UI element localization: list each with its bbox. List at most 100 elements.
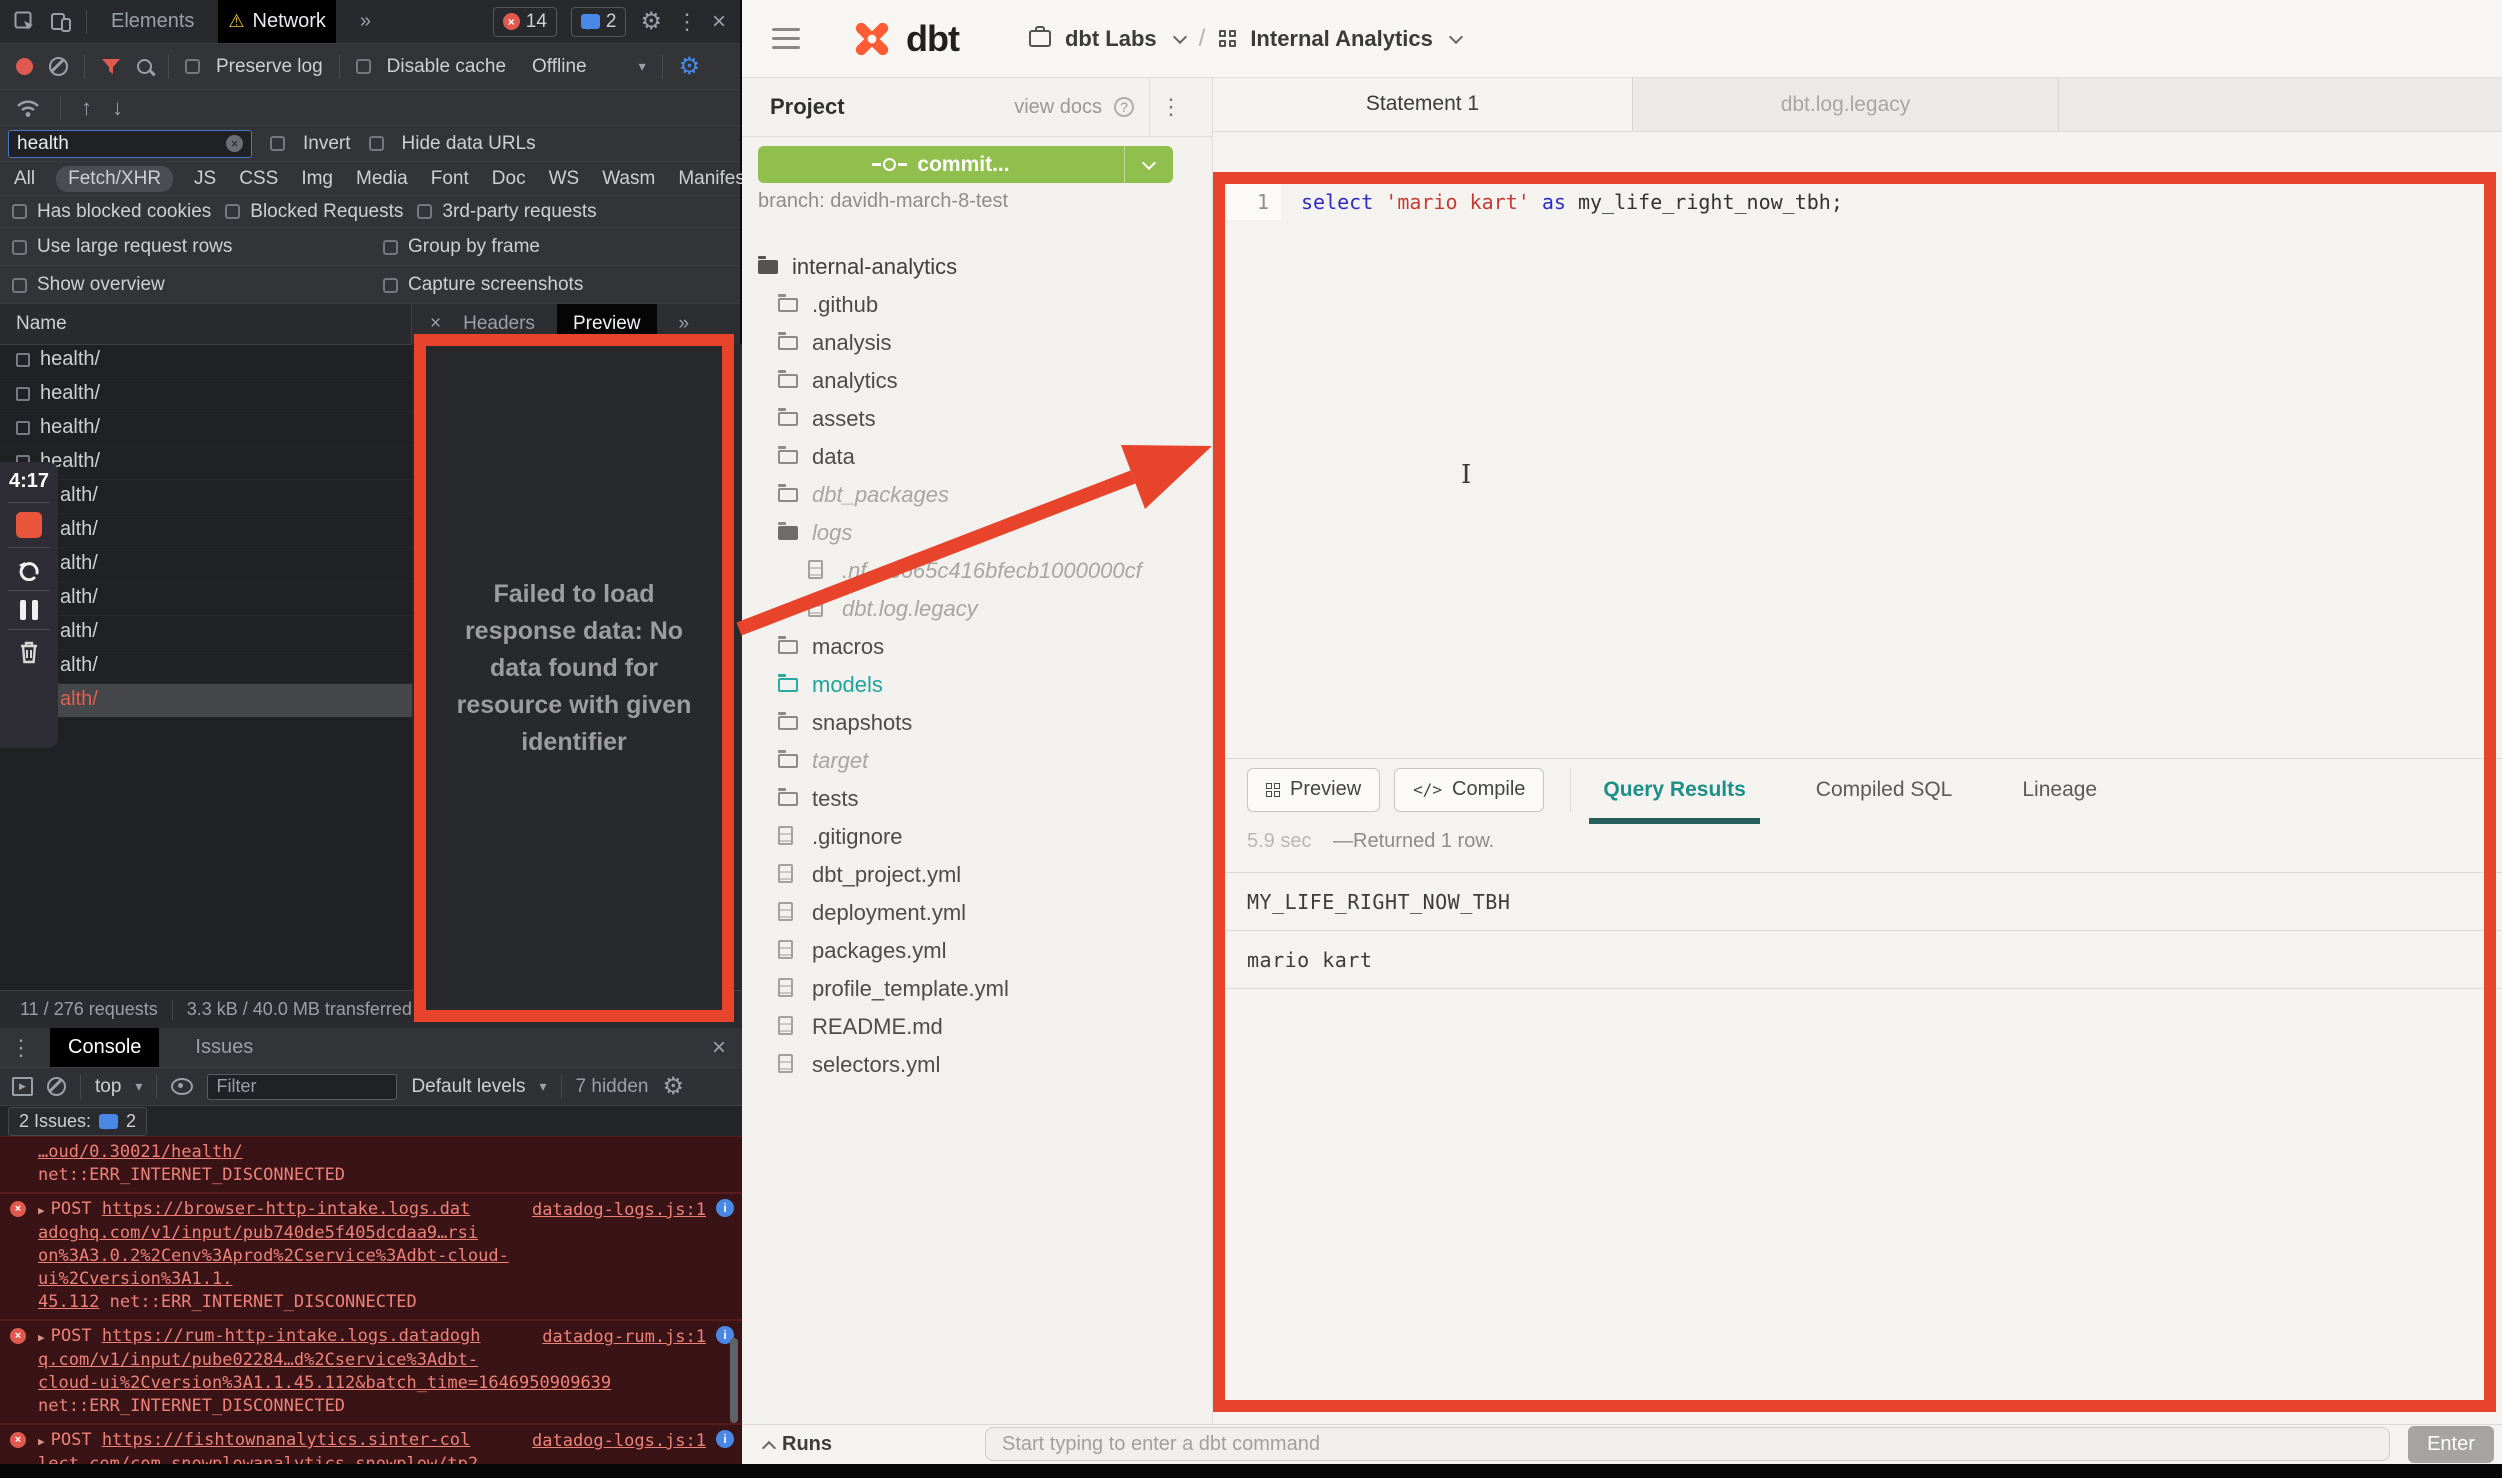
issues-count-badge[interactable]: 2 xyxy=(571,7,627,37)
issue-info-icon[interactable]: i xyxy=(716,1199,734,1217)
type-filter-wasm[interactable]: Wasm xyxy=(600,166,657,192)
context-select[interactable]: top xyxy=(95,1076,121,1098)
tree-item-analytics[interactable]: analytics xyxy=(742,362,1212,400)
account-switcher[interactable]: dbt Labs xyxy=(1029,26,1185,52)
tree-item-selectors.yml[interactable]: selectors.yml xyxy=(742,1046,1212,1084)
tree-item-assets[interactable]: assets xyxy=(742,400,1212,438)
levels-caret-icon[interactable]: ▾ xyxy=(540,1078,547,1095)
tab-network[interactable]: ⚠Network xyxy=(218,0,336,43)
tree-item-.nf-3665c416bfecb1000000cf[interactable]: .nf…3665c416bfecb1000000cf xyxy=(742,552,1212,590)
network-request-row[interactable]: health/ xyxy=(0,344,412,378)
checkbox-blocked-requests[interactable] xyxy=(225,204,240,219)
error-source-link[interactable]: datadog-rum.js:1 xyxy=(542,1326,706,1349)
type-filter-all[interactable]: All xyxy=(12,166,37,192)
tree-item-README.md[interactable]: README.md xyxy=(742,1008,1212,1046)
network-conditions-gear-icon[interactable]: ⚙ xyxy=(679,55,701,79)
live-expression-eye-icon[interactable] xyxy=(171,1078,193,1095)
request-url-link[interactable]: https://fishtownanalytics.sinter-col xyxy=(102,1430,470,1450)
close-detail-icon[interactable]: × xyxy=(430,313,441,335)
context-caret-icon[interactable]: ▾ xyxy=(135,1078,142,1095)
help-icon[interactable]: ? xyxy=(1114,97,1134,117)
more-tabs-chevron[interactable]: » xyxy=(350,0,381,43)
type-filter-doc[interactable]: Doc xyxy=(490,166,528,192)
issue-info-icon[interactable]: i xyxy=(716,1430,734,1448)
type-filter-fetch-xhr[interactable]: Fetch/XHR xyxy=(56,166,173,192)
dbt-logo[interactable]: dbt xyxy=(846,13,959,65)
clear-icon[interactable] xyxy=(49,57,68,76)
error-source-link[interactable]: datadog-logs.js:1 xyxy=(532,1430,706,1453)
console-error[interactable]: ×▶POST https://browser-http-intake.logs.… xyxy=(0,1193,742,1320)
network-conditions-icon[interactable] xyxy=(16,98,40,118)
tab-console[interactable]: Console xyxy=(50,1028,159,1067)
filter-funnel-icon[interactable] xyxy=(101,58,121,76)
network-filter-input[interactable]: health × xyxy=(8,130,252,158)
console-sidebar-icon[interactable]: ▶ xyxy=(12,1077,33,1096)
checkbox-3rd-party-requests[interactable] xyxy=(417,204,432,219)
tree-item-analysis[interactable]: analysis xyxy=(742,324,1212,362)
tree-item-snapshots[interactable]: snapshots xyxy=(742,704,1212,742)
network-request-row[interactable]: alth/ xyxy=(0,514,412,548)
console-error[interactable]: …oud/0.30021/health/net::ERR_INTERNET_DI… xyxy=(0,1136,742,1193)
type-filter-ws[interactable]: WS xyxy=(547,166,582,192)
network-request-row[interactable]: alth/ xyxy=(0,582,412,616)
tree-item-tests[interactable]: tests xyxy=(742,780,1212,818)
console-scrollbar[interactable] xyxy=(730,1338,738,1423)
checkbox-has-blocked-cookies[interactable] xyxy=(12,204,27,219)
tree-item-data[interactable]: data xyxy=(742,438,1212,476)
kebab-menu-icon[interactable]: ⋮ xyxy=(676,9,698,35)
stop-recording-button[interactable] xyxy=(16,512,42,538)
console-kebab-icon[interactable]: ⋮ xyxy=(10,1035,32,1061)
tree-item-internal-analytics[interactable]: internal-analytics xyxy=(742,248,1212,286)
network-request-row[interactable]: alth/ xyxy=(0,480,412,514)
editor-tab-statement-1[interactable]: Statement 1 xyxy=(1213,78,1633,131)
network-request-row[interactable]: health/ xyxy=(0,378,412,412)
show-overview-checkbox[interactable] xyxy=(12,278,27,293)
network-request-row[interactable]: alth/ xyxy=(0,684,412,718)
error-count-badge[interactable]: ×14 xyxy=(493,7,557,37)
tree-item-packages.yml[interactable]: packages.yml xyxy=(742,932,1212,970)
group-by-frame-checkbox[interactable] xyxy=(383,240,398,255)
commit-button[interactable]: commit... xyxy=(758,146,1173,183)
type-filter-js[interactable]: JS xyxy=(192,166,218,192)
hamburger-menu-icon[interactable] xyxy=(772,28,800,49)
request-url-link[interactable]: https://rum-http-intake.logs.datadogh xyxy=(102,1326,481,1346)
type-filter-font[interactable]: Font xyxy=(429,166,471,192)
more-detail-tabs-chevron[interactable]: » xyxy=(679,313,690,335)
network-request-row[interactable]: alth/ xyxy=(0,548,412,582)
tree-item-.gitignore[interactable]: .gitignore xyxy=(742,818,1212,856)
console-settings-gear-icon[interactable]: ⚙ xyxy=(662,1075,684,1099)
disable-cache-checkbox[interactable] xyxy=(356,59,371,74)
close-console-icon[interactable]: × xyxy=(712,1034,726,1062)
type-filter-media[interactable]: Media xyxy=(354,166,410,192)
tree-item-dbt_packages[interactable]: dbt_packages xyxy=(742,476,1212,514)
tree-item-dbt_project.yml[interactable]: dbt_project.yml xyxy=(742,856,1212,894)
restart-recording-icon[interactable] xyxy=(16,557,42,581)
network-request-row[interactable]: health/ xyxy=(0,446,412,480)
record-icon[interactable] xyxy=(16,58,33,75)
tab-elements[interactable]: Elements xyxy=(101,0,204,43)
tree-item-profile_template.yml[interactable]: profile_template.yml xyxy=(742,970,1212,1008)
export-har-icon[interactable]: ↓ xyxy=(112,97,123,119)
tree-item-deployment.yml[interactable]: deployment.yml xyxy=(742,894,1212,932)
settings-gear-icon[interactable]: ⚙ xyxy=(640,10,662,34)
name-column-header[interactable]: Name xyxy=(0,304,412,344)
log-levels-select[interactable]: Default levels xyxy=(411,1076,525,1098)
delete-recording-trash-icon[interactable] xyxy=(17,639,41,665)
import-har-icon[interactable]: ↑ xyxy=(81,97,92,119)
clear-console-icon[interactable] xyxy=(47,1077,66,1096)
type-filter-manifest[interactable]: Manifest xyxy=(676,166,752,192)
tree-item-macros[interactable]: macros xyxy=(742,628,1212,666)
console-filter-input[interactable]: Filter xyxy=(207,1074,397,1100)
tree-item-models[interactable]: models xyxy=(742,666,1212,704)
network-request-row[interactable]: alth/ xyxy=(0,616,412,650)
view-docs-link[interactable]: view docs xyxy=(1014,96,1102,119)
pause-recording-button[interactable] xyxy=(20,600,38,620)
network-request-row[interactable]: alth/ xyxy=(0,650,412,684)
runs-toggle[interactable]: Runs xyxy=(764,1433,832,1456)
type-filter-img[interactable]: Img xyxy=(299,166,335,192)
invert-checkbox[interactable] xyxy=(270,136,285,151)
throttling-caret-icon[interactable]: ▾ xyxy=(639,58,646,75)
tab-issues[interactable]: Issues xyxy=(177,1028,271,1067)
search-icon[interactable] xyxy=(137,59,152,74)
tree-item-logs[interactable]: logs xyxy=(742,514,1212,552)
